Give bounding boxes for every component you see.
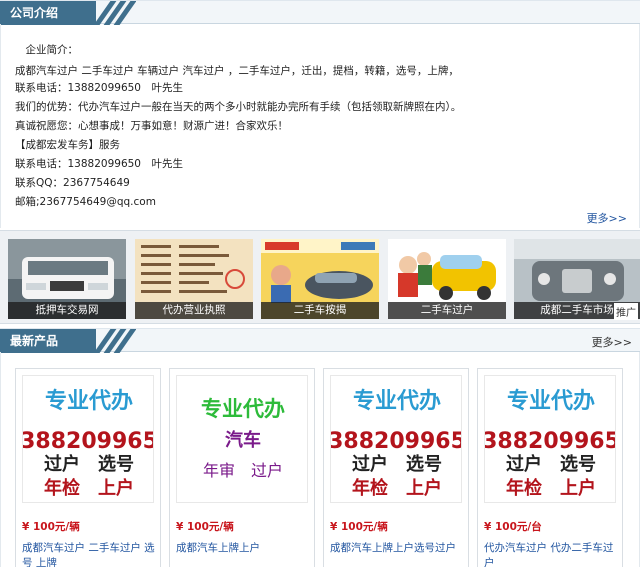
carousel-caption: 抵押车交易网 (8, 302, 126, 319)
promotion-badge[interactable]: 推广 (614, 303, 638, 320)
company-intro-header: 公司介绍 (0, 0, 640, 25)
product-price: ¥ 100元/台 (484, 521, 542, 533)
image-carousel: 抵押车交易网 代办营业执照 二手车按揭 二手车过户 成都二手车市场 推广 (0, 230, 640, 324)
product-card[interactable]: 专业代办 13882099650 过户 选号 年检 上户 ¥ 100元/台 代办… (477, 368, 623, 567)
product-image[interactable]: 专业代办 汽车 年审 过户 (176, 375, 308, 503)
ad-phone: 13882099650 (331, 429, 462, 454)
intro-line: 邮箱;2367754649@qq.com (15, 196, 156, 208)
ad-line3: 过户 选号 (44, 453, 134, 475)
intro-more-link[interactable]: 更多>> (587, 210, 627, 226)
carousel-item[interactable]: 抵押车交易网 (8, 239, 126, 319)
ad-line1: 专业代办 (201, 397, 285, 421)
intro-line: 我们的优势：代办汽车过户一般在当天的两个多小时就能办完所有手续（包括领取新牌照在… (15, 101, 462, 113)
carousel-item[interactable]: 代办营业执照 (135, 239, 253, 319)
product-price: ¥ 100元/辆 (330, 521, 388, 533)
product-title-link[interactable]: 成都汽车上牌上户 (176, 541, 312, 556)
ad-phone: 13882099650 (23, 429, 154, 454)
carousel-item[interactable]: 二手车过户 (388, 239, 506, 319)
carousel-caption: 二手车按揭 (261, 302, 379, 319)
ad-line4: 年检 上户 (352, 477, 442, 499)
intro-line: 成都汽车过户 二手车过户 车辆过户 汽车过户 ，二手车过户，迁出，提档，转籍，选… (15, 65, 459, 77)
service-ad-image: 专业代办 13882099650 过户 选号 年检 上户 (485, 388, 616, 499)
service-ad-image: 专业代办 13882099650 过户 选号 年检 上户 (331, 388, 462, 499)
ad-line3: 过户 选号 (506, 453, 596, 475)
product-card[interactable]: 专业代办 13882099650 过户 选号 年检 上户 ¥ 100元/辆 成都… (15, 368, 161, 567)
ad-line3: 过户 选号 (352, 453, 442, 475)
product-title-link[interactable]: 代办汽车过户 代办二手车过户 (484, 541, 620, 567)
service-ad-image: 专业代办 13882099650 过户 选号 年检 上户 (23, 388, 154, 499)
ad-line2: 汽车 (225, 429, 261, 451)
carousel-caption: 代办营业执照 (135, 302, 253, 319)
product-image[interactable]: 专业代办 13882099650 过户 选号 年检 上户 (330, 375, 462, 503)
ad-phone: 13882099650 (485, 429, 616, 454)
intro-line: 联系电话：13882099650 叶先生 (15, 82, 183, 94)
company-intro: 企业简介： 成都汽车过户 二手车过户 车辆过户 汽车过户 ，二手车过户，迁出，提… (0, 24, 640, 228)
ad-line4: 年检 上户 (506, 477, 596, 499)
product-image[interactable]: 专业代办 13882099650 过户 选号 年检 上户 (22, 375, 154, 503)
latest-products-header: 最新产品 更多>> (0, 328, 640, 353)
intro-line: 【成都宏发车务】服务 (15, 139, 120, 151)
product-image[interactable]: 专业代办 13882099650 过户 选号 年检 上户 (484, 375, 616, 503)
intro-line: 联系电话：13882099650 叶先生 (15, 158, 183, 170)
product-price: ¥ 100元/辆 (22, 521, 80, 533)
ad-line1: 专业代办 (507, 388, 595, 414)
product-price: ¥ 100元/辆 (176, 521, 234, 533)
ad-line3: 年审 过户 (203, 461, 283, 480)
product-card[interactable]: 专业代办 汽车 年审 过户 ¥ 100元/辆 成都汽车上牌上户 (169, 368, 315, 567)
service-ad-image: 专业代办 汽车 年审 过户 (201, 397, 285, 480)
ad-line1: 专业代办 (353, 388, 441, 414)
product-title-link[interactable]: 成都汽车上牌上户选号过户 (330, 541, 466, 556)
company-intro-title: 公司介绍 (0, 1, 96, 25)
carousel-caption: 二手车过户 (388, 302, 506, 319)
ad-line4: 年检 上户 (44, 477, 134, 499)
ad-line1: 专业代办 (45, 388, 133, 414)
header-stripes (96, 1, 136, 25)
intro-line: 企业简介： (15, 44, 78, 56)
products-more-link[interactable]: 更多>> (592, 334, 632, 350)
intro-line: 联系QQ：2367754649 (15, 177, 130, 189)
intro-line: 真诚祝愿您：心想事成！万事如意！财源广进！合家欢乐！ (15, 120, 288, 132)
carousel-item[interactable]: 二手车按揭 (261, 239, 379, 319)
latest-products-title: 最新产品 (0, 329, 96, 353)
product-card[interactable]: 专业代办 13882099650 过户 选号 年检 上户 ¥ 100元/辆 成都… (323, 368, 469, 567)
product-grid: 专业代办 13882099650 过户 选号 年检 上户 ¥ 100元/辆 成都… (0, 352, 640, 567)
product-title-link[interactable]: 成都汽车过户 二手车过户 选号 上牌 (22, 541, 158, 567)
header-stripes (96, 329, 136, 353)
